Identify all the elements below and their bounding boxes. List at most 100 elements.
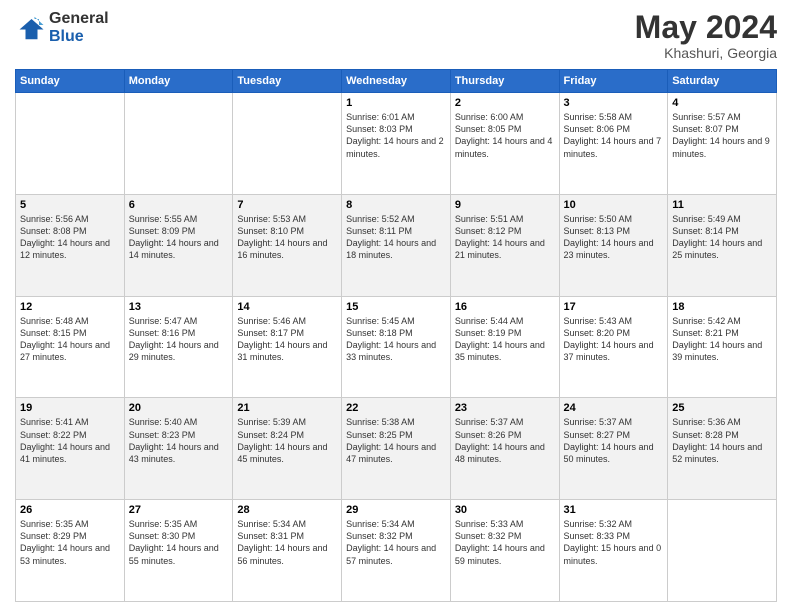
- day-number: 5: [20, 199, 120, 211]
- day-number: 13: [129, 301, 229, 313]
- day-number: 31: [564, 504, 664, 516]
- calendar-cell: [124, 93, 233, 195]
- calendar-cell: 22Sunrise: 5:38 AMSunset: 8:25 PMDayligh…: [342, 398, 451, 500]
- day-number: 18: [672, 301, 772, 313]
- day-number: 11: [672, 199, 772, 211]
- calendar-cell: 19 Sunrise: 5:41 AMSunset: 8:22 PMDayligh…: [16, 398, 125, 500]
- calendar-table: SundayMondayTuesdayWednesdayThursdayFrid…: [15, 69, 777, 602]
- day-info: Sunrise: 5:48 AMSunset: 8:15 PMDaylight:…: [20, 315, 120, 364]
- calendar-dow-monday: Monday: [124, 70, 233, 93]
- day-number: 25: [672, 402, 772, 414]
- calendar-cell: 6 Sunrise: 5:55 AMSunset: 8:09 PMDaylight…: [124, 194, 233, 296]
- calendar-cell: 14Sunrise: 5:46 AMSunset: 8:17 PMDayligh…: [233, 296, 342, 398]
- day-info: Sunrise: 5:57 AMSunset: 8:07 PMDaylight:…: [672, 111, 772, 160]
- day-number: 29: [346, 504, 446, 516]
- calendar-cell: 26 Sunrise: 5:35 AMSunset: 8:29 PMDayligh…: [16, 500, 125, 602]
- calendar-cell: 25 Sunrise: 5:36 AMSunset: 8:28 PMDayligh…: [668, 398, 777, 500]
- calendar-cell: 2 Sunrise: 6:00 AMSunset: 8:05 PMDaylight…: [450, 93, 559, 195]
- calendar-cell: 30 Sunrise: 5:33 AMSunset: 8:32 PMDayligh…: [450, 500, 559, 602]
- logo-general: General: [49, 10, 109, 28]
- calendar-dow-wednesday: Wednesday: [342, 70, 451, 93]
- month-year: May 2024: [635, 10, 777, 45]
- day-info: Sunrise: 5:32 AMSunset: 8:33 PMDaylight:…: [564, 518, 664, 567]
- day-info: Sunrise: 5:35 AMSunset: 8:30 PMDaylight:…: [129, 518, 229, 567]
- day-number: 6: [129, 199, 229, 211]
- day-number: 12: [20, 301, 120, 313]
- day-number: 22: [346, 402, 446, 414]
- page: General Blue May 2024 Khashuri, Georgia …: [0, 0, 792, 612]
- day-number: 26: [20, 504, 120, 516]
- day-info: Sunrise: 5:51 AMSunset: 8:12 PMDaylight:…: [455, 213, 555, 262]
- logo-blue: Blue: [49, 28, 109, 46]
- day-number: 20: [129, 402, 229, 414]
- day-info: Sunrise: 5:36 AMSunset: 8:28 PMDaylight:…: [672, 416, 772, 465]
- day-info: Sunrise: 5:42 AMSunset: 8:21 PMDaylight:…: [672, 315, 772, 364]
- calendar-cell: [668, 500, 777, 602]
- calendar-week-4: 19 Sunrise: 5:41 AMSunset: 8:22 PMDayligh…: [16, 398, 777, 500]
- calendar-week-2: 5 Sunrise: 5:56 AMSunset: 8:08 PMDaylight…: [16, 194, 777, 296]
- day-number: 23: [455, 402, 555, 414]
- day-info: Sunrise: 5:58 AMSunset: 8:06 PMDaylight:…: [564, 111, 664, 160]
- day-number: 14: [237, 301, 337, 313]
- day-info: Sunrise: 5:55 AMSunset: 8:09 PMDaylight:…: [129, 213, 229, 262]
- calendar-cell: [16, 93, 125, 195]
- day-number: 10: [564, 199, 664, 211]
- day-number: 27: [129, 504, 229, 516]
- day-info: Sunrise: 5:40 AMSunset: 8:23 PMDaylight:…: [129, 416, 229, 465]
- day-info: Sunrise: 5:41 AMSunset: 8:22 PMDaylight:…: [20, 416, 120, 465]
- day-info: Sunrise: 5:33 AMSunset: 8:32 PMDaylight:…: [455, 518, 555, 567]
- header: General Blue May 2024 Khashuri, Georgia: [15, 10, 777, 61]
- day-info: Sunrise: 6:00 AMSunset: 8:05 PMDaylight:…: [455, 111, 555, 160]
- logo-text: General Blue: [49, 10, 109, 45]
- calendar-cell: 21Sunrise: 5:39 AMSunset: 8:24 PMDayligh…: [233, 398, 342, 500]
- calendar-cell: 4 Sunrise: 5:57 AMSunset: 8:07 PMDaylight…: [668, 93, 777, 195]
- calendar-cell: 24 Sunrise: 5:37 AMSunset: 8:27 PMDayligh…: [559, 398, 668, 500]
- day-number: 24: [564, 402, 664, 414]
- day-info: Sunrise: 6:01 AMSunset: 8:03 PMDaylight:…: [346, 111, 446, 160]
- calendar-cell: 18 Sunrise: 5:42 AMSunset: 8:21 PMDayligh…: [668, 296, 777, 398]
- day-number: 19: [20, 402, 120, 414]
- day-info: Sunrise: 5:56 AMSunset: 8:08 PMDaylight:…: [20, 213, 120, 262]
- calendar-dow-friday: Friday: [559, 70, 668, 93]
- day-info: Sunrise: 5:35 AMSunset: 8:29 PMDaylight:…: [20, 518, 120, 567]
- logo-icon: [15, 13, 45, 43]
- day-info: Sunrise: 5:53 AMSunset: 8:10 PMDaylight:…: [237, 213, 337, 262]
- day-info: Sunrise: 5:47 AMSunset: 8:16 PMDaylight:…: [129, 315, 229, 364]
- calendar-cell: 7 Sunrise: 5:53 AMSunset: 8:10 PMDaylight…: [233, 194, 342, 296]
- calendar-cell: 12 Sunrise: 5:48 AMSunset: 8:15 PMDayligh…: [16, 296, 125, 398]
- calendar-header-row: SundayMondayTuesdayWednesdayThursdayFrid…: [16, 70, 777, 93]
- day-number: 9: [455, 199, 555, 211]
- title-block: May 2024 Khashuri, Georgia: [635, 10, 777, 61]
- day-info: Sunrise: 5:34 AMSunset: 8:32 PMDaylight:…: [346, 518, 446, 567]
- logo: General Blue: [15, 10, 109, 45]
- day-number: 16: [455, 301, 555, 313]
- day-info: Sunrise: 5:52 AMSunset: 8:11 PMDaylight:…: [346, 213, 446, 262]
- calendar-cell: 5 Sunrise: 5:56 AMSunset: 8:08 PMDaylight…: [16, 194, 125, 296]
- calendar-cell: 29 Sunrise: 5:34 AMSunset: 8:32 PMDayligh…: [342, 500, 451, 602]
- calendar-cell: [233, 93, 342, 195]
- day-number: 28: [237, 504, 337, 516]
- calendar-cell: 16Sunrise: 5:44 AMSunset: 8:19 PMDayligh…: [450, 296, 559, 398]
- day-number: 30: [455, 504, 555, 516]
- calendar-dow-saturday: Saturday: [668, 70, 777, 93]
- day-number: 1: [346, 97, 446, 109]
- calendar-week-3: 12 Sunrise: 5:48 AMSunset: 8:15 PMDayligh…: [16, 296, 777, 398]
- calendar-cell: 15Sunrise: 5:45 AMSunset: 8:18 PMDayligh…: [342, 296, 451, 398]
- day-info: Sunrise: 5:37 AMSunset: 8:27 PMDaylight:…: [564, 416, 664, 465]
- day-number: 15: [346, 301, 446, 313]
- day-number: 4: [672, 97, 772, 109]
- day-number: 8: [346, 199, 446, 211]
- calendar-cell: 13 Sunrise: 5:47 AMSunset: 8:16 PMDayligh…: [124, 296, 233, 398]
- calendar-cell: 10Sunrise: 5:50 AMSunset: 8:13 PMDayligh…: [559, 194, 668, 296]
- day-number: 7: [237, 199, 337, 211]
- calendar-dow-thursday: Thursday: [450, 70, 559, 93]
- day-number: 2: [455, 97, 555, 109]
- calendar-cell: 20 Sunrise: 5:40 AMSunset: 8:23 PMDayligh…: [124, 398, 233, 500]
- day-info: Sunrise: 5:39 AMSunset: 8:24 PMDaylight:…: [237, 416, 337, 465]
- calendar-cell: 31 Sunrise: 5:32 AMSunset: 8:33 PMDayligh…: [559, 500, 668, 602]
- day-info: Sunrise: 5:43 AMSunset: 8:20 PMDaylight:…: [564, 315, 664, 364]
- day-info: Sunrise: 5:37 AMSunset: 8:26 PMDaylight:…: [455, 416, 555, 465]
- calendar-cell: 17Sunrise: 5:43 AMSunset: 8:20 PMDayligh…: [559, 296, 668, 398]
- calendar-week-5: 26 Sunrise: 5:35 AMSunset: 8:29 PMDayligh…: [16, 500, 777, 602]
- calendar-cell: 28Sunrise: 5:34 AMSunset: 8:31 PMDayligh…: [233, 500, 342, 602]
